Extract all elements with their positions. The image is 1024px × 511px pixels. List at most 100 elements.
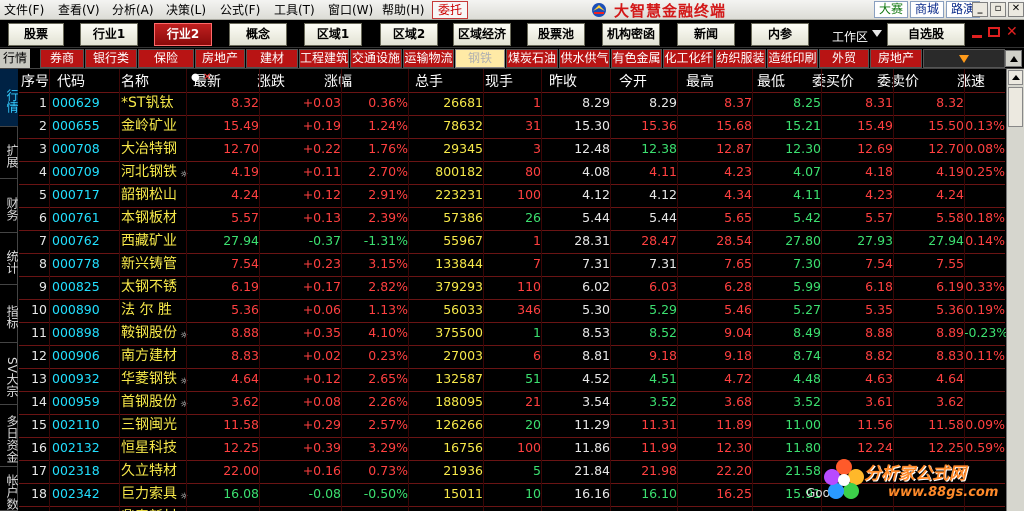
sector-foreign-trade[interactable]: 外贸 bbox=[819, 49, 869, 68]
tab-regional-economy[interactable]: 区域经济 bbox=[453, 23, 511, 46]
menu-view[interactable]: 查看(V) bbox=[54, 0, 108, 20]
sector-coal-oil[interactable]: 煤炭石油 bbox=[506, 49, 558, 68]
column-header-name[interactable]: 名称 bbox=[121, 71, 149, 91]
column-header-current-volume[interactable]: 现手 bbox=[485, 71, 513, 91]
tab-industry1[interactable]: 行业1 bbox=[80, 23, 138, 46]
tab-stock-pool[interactable]: 股票池 bbox=[527, 23, 585, 46]
menu-decision[interactable]: 决策(L) bbox=[162, 0, 216, 20]
trust-button[interactable]: 委托 bbox=[432, 1, 468, 19]
scroll-thumb[interactable] bbox=[1008, 87, 1023, 127]
table-row[interactable]: 14 000959 首钢股份 ☼ 3.62 +0.08 2.26% 188095 21 3.54 3… bbox=[19, 391, 1005, 414]
column-header-ask[interactable]: 委卖价 bbox=[877, 71, 919, 91]
vertical-scrollbar[interactable] bbox=[1006, 69, 1024, 511]
side-tab-accounts[interactable]: 帐户数 bbox=[0, 467, 19, 511]
sector-chemical[interactable]: 化工化纤 bbox=[663, 49, 714, 68]
scroll-up-icon[interactable] bbox=[1008, 70, 1023, 85]
table-row[interactable]: 7 000762 西藏矿业 27.94 -0.37 -1.31% 55967 1 28.31 28… bbox=[19, 230, 1005, 253]
close-icon[interactable]: ✕ bbox=[1008, 2, 1024, 17]
sector-dropdown[interactable] bbox=[923, 49, 1005, 68]
sort-dot-icon[interactable]: ● bbox=[191, 72, 200, 83]
minimize-icon[interactable]: _ bbox=[972, 2, 988, 17]
tab-institution-letter[interactable]: 机构密函 bbox=[602, 23, 660, 46]
column-header-change[interactable]: 涨跌 bbox=[257, 71, 285, 91]
tab-industry2[interactable]: 行业2 bbox=[154, 23, 212, 46]
tab-region2[interactable]: 区域2 bbox=[380, 23, 438, 46]
table-row[interactable]: 4 000709 河北钢铁 ☼ 4.19 +0.11 2.70% 800182 80 4.08 4.… bbox=[19, 161, 1005, 184]
tab-news[interactable]: 新闻 bbox=[677, 23, 735, 46]
cell-code: 000825 bbox=[52, 279, 100, 294]
sector-logistics[interactable]: 运输物流 bbox=[403, 49, 454, 68]
menu-file[interactable]: 文件(F) bbox=[0, 0, 54, 20]
column-header-open[interactable]: 今开 bbox=[619, 71, 647, 91]
column-header-volume[interactable]: 总手 bbox=[415, 71, 443, 91]
tab-concept[interactable]: 概念 bbox=[229, 23, 287, 46]
side-tab-multiday-funds[interactable]: 多日资金 bbox=[0, 405, 19, 467]
table-row[interactable]: 6 000761 本钢板材 5.57 +0.13 2.39% 57386 26 5.44 5.44… bbox=[19, 207, 1005, 230]
sub-minimize-icon[interactable] bbox=[972, 34, 982, 38]
cell-high: 9.18 bbox=[724, 348, 752, 363]
side-tab-finance[interactable]: 财务 bbox=[0, 179, 19, 233]
filter-close-icon[interactable]: ✕ bbox=[203, 72, 211, 83]
tab-watchlist[interactable]: 自选股 bbox=[887, 23, 965, 46]
sector-building-materials[interactable]: 建材 bbox=[246, 49, 298, 68]
side-tab-extended[interactable]: 扩展 bbox=[0, 127, 19, 179]
sub-close-icon[interactable]: ✕ bbox=[1006, 25, 1018, 39]
cell-low: 11.80 bbox=[785, 440, 821, 455]
column-header-high[interactable]: 最高 bbox=[686, 71, 714, 91]
menu-tools[interactable]: 工具(T) bbox=[270, 0, 324, 20]
sector-water-gas[interactable]: 供水供气 bbox=[559, 49, 610, 68]
table-row[interactable]: 1 000629 *ST钒钛 8.32 +0.03 0.36% 26681 1 8.29 8.29… bbox=[19, 92, 1005, 115]
cell-change-pct: 1.76% bbox=[368, 141, 408, 156]
cell-code: 000655 bbox=[52, 118, 100, 133]
column-header-index[interactable]: 序号 bbox=[21, 71, 49, 91]
side-tab-stats[interactable]: 统计 bbox=[0, 233, 19, 285]
sector-realestate[interactable]: 房地产 bbox=[195, 49, 245, 68]
side-tab-sv-bulk[interactable]: SV大宗 bbox=[0, 343, 19, 405]
cell-speed: 0.08% bbox=[965, 141, 1005, 156]
column-header-change-pct[interactable]: 涨幅 bbox=[324, 71, 352, 91]
table-row[interactable]: 9 000825 太钢不锈 6.19 +0.17 2.82% 379293 110 6.02 6.… bbox=[19, 276, 1005, 299]
side-tab-quotes[interactable]: 行情 bbox=[0, 69, 19, 127]
menu-help[interactable]: 帮助(H) bbox=[378, 0, 432, 20]
tab-stocks[interactable]: 股票 bbox=[8, 23, 64, 46]
contest-button[interactable]: 大赛 bbox=[874, 1, 909, 18]
sector-transport-facilities[interactable]: 交通设施 bbox=[350, 49, 402, 68]
menu-formula[interactable]: 公式(F) bbox=[216, 0, 270, 20]
sector-steel[interactable]: 钢铁 bbox=[455, 49, 505, 68]
menu-analysis[interactable]: 分析(A) bbox=[108, 0, 162, 20]
table-row[interactable]: 13 000932 华菱钢铁 ☼ 4.64 +0.12 2.65% 132587 51 4.52 4… bbox=[19, 368, 1005, 391]
sector-construction[interactable]: 工程建筑 bbox=[299, 49, 349, 68]
column-header-code[interactable]: 代码 bbox=[57, 71, 85, 91]
table-row[interactable]: 15 002110 三钢闽光 11.58 +0.29 2.57% 126266 20 11.29… bbox=[19, 414, 1005, 437]
sub-restore-icon[interactable] bbox=[988, 27, 1000, 37]
column-header-low[interactable]: 最低 bbox=[757, 71, 785, 91]
column-header-prev-close[interactable]: 昨收 bbox=[549, 71, 577, 91]
tab-region1[interactable]: 区域1 bbox=[304, 23, 362, 46]
column-header-bid[interactable]: 委买价 bbox=[812, 71, 854, 91]
table-row[interactable]: 2 000655 金岭矿业 15.49 +0.19 1.24% 78632 31 15.30 15… bbox=[19, 115, 1005, 138]
workspace-dropdown-icon[interactable] bbox=[872, 30, 882, 37]
column-header-speed[interactable]: 涨速 bbox=[957, 71, 985, 91]
sector-realestate-2[interactable]: 房地产 bbox=[870, 49, 922, 68]
sector-insurance[interactable]: 保险 bbox=[138, 49, 194, 68]
sector-banks[interactable]: 银行类 bbox=[85, 49, 137, 68]
sector-brokers[interactable]: 券商 bbox=[40, 49, 84, 68]
restore-icon[interactable]: ▫ bbox=[990, 2, 1006, 17]
sector-scroll-up-icon[interactable] bbox=[1005, 50, 1022, 67]
tab-internal-ref[interactable]: 内参 bbox=[751, 23, 809, 46]
sector-paper[interactable]: 造纸印刷 bbox=[767, 49, 818, 68]
table-row[interactable]: 10 000890 法 尔 胜 5.36 +0.06 1.13% 56033 346 5.30 5… bbox=[19, 299, 1005, 322]
table-row[interactable]: 5 000717 韶钢松山 4.24 +0.12 2.91% 223231 100 4.12 4.… bbox=[19, 184, 1005, 207]
cell-ask: 27.94 bbox=[928, 233, 964, 248]
cell-volume: 223231 bbox=[435, 187, 483, 202]
side-tab-indicators[interactable]: 指标 bbox=[0, 285, 19, 343]
table-row[interactable]: 11 000898 鞍钢股份 ☼ 8.88 +0.35 4.10% 375500 1 8.53 8.… bbox=[19, 322, 1008, 345]
table-row[interactable]: 3 000708 大冶特钢 12.70 +0.22 1.76% 29345 3 12.48 12.… bbox=[19, 138, 1005, 161]
mall-button[interactable]: 商城 bbox=[910, 1, 945, 18]
sector-textile[interactable]: 纺织服装 bbox=[715, 49, 766, 68]
cell-change: +0.12 bbox=[302, 187, 341, 202]
sector-nonferrous[interactable]: 有色金属 bbox=[611, 49, 662, 68]
table-row[interactable]: 12 000906 南方建材 8.83 +0.02 0.23% 27003 6 8.81 9.18… bbox=[19, 345, 1005, 368]
table-row[interactable]: 8 000778 新兴铸管 7.54 +0.23 3.15% 133844 7 7.31 7.31… bbox=[19, 253, 1005, 276]
menu-window[interactable]: 窗口(W) bbox=[324, 0, 378, 20]
